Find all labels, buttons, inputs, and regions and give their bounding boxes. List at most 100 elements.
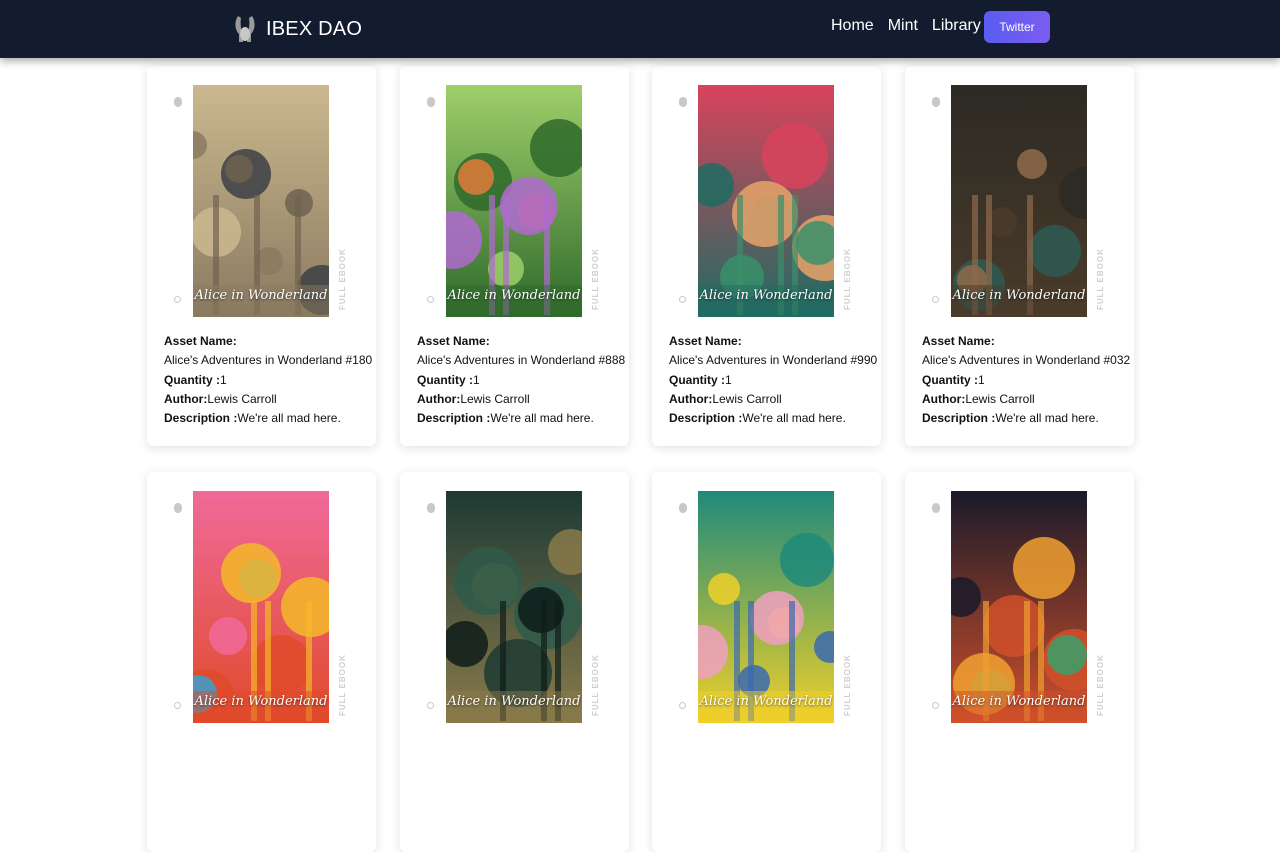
cover-area: Alice in Wonderland FULL EBOOK: [652, 472, 881, 732]
book-info: Asset Name: Alice's Adventures in Wonder…: [417, 332, 626, 428]
book-card[interactable]: Alice in Wonderland FULL EBOOK: [400, 472, 629, 852]
book-card[interactable]: Alice in Wonderland FULL EBOOK: [147, 472, 376, 852]
book-cover-image[interactable]: Alice in Wonderland: [951, 491, 1087, 723]
book-info: Asset Name: Alice's Adventures in Wonder…: [669, 332, 878, 428]
description-label: Description :: [164, 411, 238, 426]
quantity-value: 1: [725, 372, 732, 387]
spine-marker-icon: [932, 97, 940, 107]
cover-title: Alice in Wonderland: [952, 694, 1086, 709]
book-cover-image[interactable]: Alice in Wonderland: [446, 491, 582, 723]
brand[interactable]: IBEX DAO: [232, 13, 362, 45]
description-label: Description :: [417, 411, 491, 426]
asset-name-value: Alice's Adventures in Wonderland #032: [922, 353, 1131, 368]
full-ebook-label: FULL EBOOK: [843, 654, 852, 716]
asset-name-label: Asset Name:: [164, 334, 237, 348]
quantity-label: Quantity :: [164, 372, 220, 387]
quantity-value: 1: [220, 372, 227, 387]
book-cover-image[interactable]: Alice in Wonderland: [193, 85, 329, 317]
book-card[interactable]: Alice in Wonderland FULL EBOOK Asset Nam…: [147, 66, 376, 446]
spine-marker-icon: [174, 503, 182, 513]
author-label: Author:: [669, 391, 713, 406]
author-label: Author:: [417, 391, 461, 406]
quantity-label: Quantity :: [417, 372, 473, 387]
cover-area: Alice in Wonderland FULL EBOOK: [147, 472, 376, 732]
cover-illustration: [193, 85, 329, 317]
cover-title: Alice in Wonderland: [194, 288, 328, 303]
author-label: Author:: [922, 391, 966, 406]
full-ebook-label: FULL EBOOK: [338, 654, 347, 716]
author-value: Lewis Carroll: [712, 391, 782, 406]
cover-area: Alice in Wonderland FULL EBOOK: [652, 66, 881, 326]
full-ebook-label: FULL EBOOK: [591, 248, 600, 310]
quantity-label: Quantity :: [922, 372, 978, 387]
asset-name-value: Alice's Adventures in Wonderland #990: [669, 353, 878, 368]
nav-home-link[interactable]: Home: [831, 17, 874, 35]
quantity-value: 1: [978, 372, 985, 387]
book-card[interactable]: Alice in Wonderland FULL EBOOK Asset Nam…: [905, 66, 1134, 446]
twitter-button[interactable]: Twitter: [984, 11, 1050, 43]
book-info: Asset Name: Alice's Adventures in Wonder…: [164, 332, 373, 428]
cover-title: Alice in Wonderland: [699, 694, 833, 709]
description-value: We're all mad here.: [995, 411, 1099, 426]
asset-name-value: Alice's Adventures in Wonderland #888: [417, 353, 626, 368]
cover-area: Alice in Wonderland FULL EBOOK: [400, 66, 629, 326]
author-label: Author:: [164, 391, 208, 406]
full-ebook-label: FULL EBOOK: [1096, 248, 1105, 310]
cover-illustration: [951, 491, 1087, 723]
nav-mint-link[interactable]: Mint: [888, 17, 918, 35]
description-value: We're all mad here.: [742, 411, 846, 426]
asset-name-label: Asset Name:: [669, 334, 742, 348]
spine-dot-icon: [174, 296, 181, 303]
spine-dot-icon: [679, 296, 686, 303]
asset-name-label: Asset Name:: [922, 334, 995, 348]
cover-title: Alice in Wonderland: [699, 288, 833, 303]
asset-name-label: Asset Name:: [417, 334, 490, 348]
cover-title: Alice in Wonderland: [194, 694, 328, 709]
spine-dot-icon: [679, 702, 686, 709]
spine-dot-icon: [932, 702, 939, 709]
book-card[interactable]: Alice in Wonderland FULL EBOOK: [905, 472, 1134, 852]
spine-marker-icon: [679, 503, 687, 513]
book-cover-image[interactable]: Alice in Wonderland: [698, 85, 834, 317]
spine-dot-icon: [932, 296, 939, 303]
cover-illustration: [446, 491, 582, 723]
description-label: Description :: [922, 411, 996, 426]
spine-dot-icon: [427, 702, 434, 709]
spine-marker-icon: [679, 97, 687, 107]
book-cover-image[interactable]: Alice in Wonderland: [698, 491, 834, 723]
full-ebook-label: FULL EBOOK: [338, 248, 347, 310]
book-cover-image[interactable]: Alice in Wonderland: [193, 491, 329, 723]
book-cover-image[interactable]: Alice in Wonderland: [446, 85, 582, 317]
description-value: We're all mad here.: [237, 411, 341, 426]
cover-illustration: [698, 491, 834, 723]
description-label: Description :: [669, 411, 743, 426]
spine-dot-icon: [174, 702, 181, 709]
spine-marker-icon: [427, 97, 435, 107]
spine-marker-icon: [427, 503, 435, 513]
ibex-logo-icon: [235, 16, 255, 42]
quantity-label: Quantity :: [669, 372, 725, 387]
cover-area: Alice in Wonderland FULL EBOOK: [905, 472, 1134, 732]
nav-library-link[interactable]: Library: [932, 17, 981, 35]
book-card[interactable]: Alice in Wonderland FULL EBOOK Asset Nam…: [652, 66, 881, 446]
cover-title: Alice in Wonderland: [952, 288, 1086, 303]
cover-title: Alice in Wonderland: [447, 694, 581, 709]
nav-links: Home Mint Library: [831, 17, 995, 35]
cover-area: Alice in Wonderland FULL EBOOK: [147, 66, 376, 326]
spine-marker-icon: [932, 503, 940, 513]
cover-illustration: [698, 85, 834, 317]
author-value: Lewis Carroll: [207, 391, 277, 406]
spine-marker-icon: [174, 97, 182, 107]
full-ebook-label: FULL EBOOK: [1096, 654, 1105, 716]
asset-name-value: Alice's Adventures in Wonderland #180: [164, 353, 373, 368]
cover-illustration: [951, 85, 1087, 317]
full-ebook-label: FULL EBOOK: [591, 654, 600, 716]
author-value: Lewis Carroll: [965, 391, 1035, 406]
cover-area: Alice in Wonderland FULL EBOOK: [905, 66, 1134, 326]
book-card[interactable]: Alice in Wonderland FULL EBOOK: [652, 472, 881, 852]
book-cover-image[interactable]: Alice in Wonderland: [951, 85, 1087, 317]
cover-illustration: [446, 85, 582, 317]
author-value: Lewis Carroll: [460, 391, 530, 406]
brand-name: IBEX DAO: [266, 17, 363, 40]
book-card[interactable]: Alice in Wonderland FULL EBOOK Asset Nam…: [400, 66, 629, 446]
